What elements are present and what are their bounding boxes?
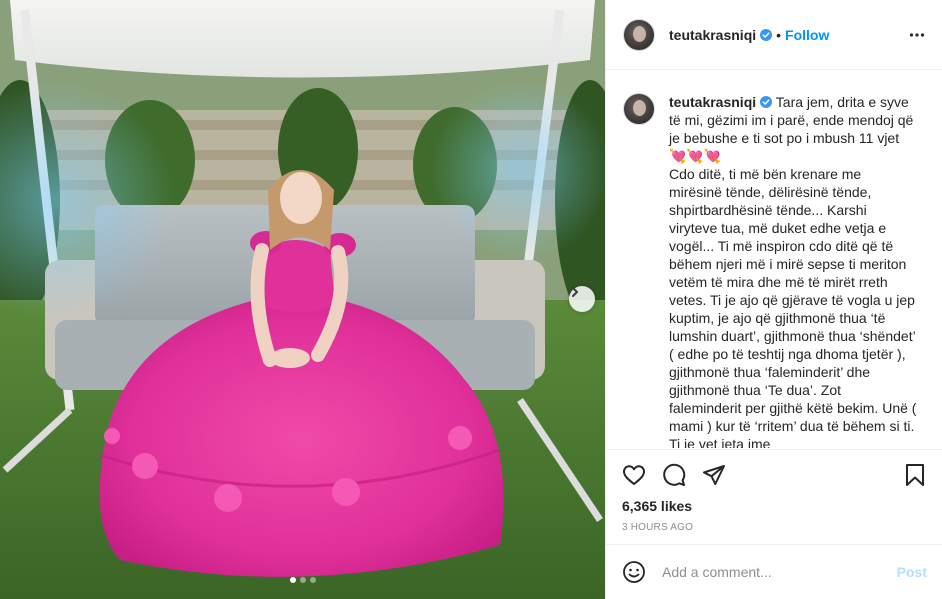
post-actions: 6,365 likes 3 HOURS AGO	[606, 449, 942, 544]
post-time[interactable]: 3 HOURS AGO	[622, 522, 927, 533]
follow-button[interactable]: Follow	[785, 27, 829, 43]
caption-body: Tara jem, drita e syve të mi, gëzimi im …	[669, 94, 917, 448]
bookmark-icon	[906, 464, 924, 486]
more-options-icon[interactable]	[909, 27, 925, 43]
comment-icon	[663, 463, 686, 486]
verified-badge-icon	[760, 28, 773, 41]
carousel-dot	[290, 577, 296, 583]
comment-input[interactable]	[662, 564, 897, 580]
caption-row: teutakrasniqi Tara jem, drita e syve të …	[623, 93, 927, 448]
carousel-dot	[310, 577, 316, 583]
likes-count[interactable]: 6,365 likes	[622, 498, 927, 514]
post-details-panel: teutakrasniqi • Follow teutakrasniqi Tar…	[605, 0, 942, 599]
post-image[interactable]	[0, 0, 605, 599]
photo-illustration	[0, 0, 605, 599]
comment-button[interactable]	[662, 463, 686, 487]
caption-username[interactable]: teutakrasniqi	[669, 94, 756, 110]
caption-text: teutakrasniqi Tara jem, drita e syve të …	[669, 93, 917, 448]
carousel-indicator	[290, 577, 316, 583]
verified-badge-icon	[760, 96, 773, 108]
action-icons	[622, 462, 927, 488]
carousel-dot	[300, 577, 306, 583]
header-username[interactable]: teutakrasniqi	[669, 27, 756, 43]
emoji-icon	[623, 561, 645, 583]
caption-area[interactable]: teutakrasniqi Tara jem, drita e syve të …	[606, 71, 942, 448]
caption-avatar[interactable]	[623, 93, 655, 125]
share-button[interactable]	[702, 463, 726, 487]
post-comment-button[interactable]: Post	[897, 564, 927, 580]
share-icon	[703, 465, 725, 485]
emoji-button[interactable]	[622, 560, 646, 584]
like-button[interactable]	[622, 463, 646, 487]
chevron-right-icon	[572, 287, 578, 297]
post-header: teutakrasniqi • Follow	[606, 0, 942, 70]
save-button[interactable]	[903, 463, 927, 487]
avatar[interactable]	[623, 18, 655, 51]
heart-icon	[623, 465, 645, 485]
header-separator: •	[776, 26, 782, 43]
comment-bar: Post	[606, 544, 942, 599]
carousel-next-button[interactable]	[569, 286, 595, 312]
